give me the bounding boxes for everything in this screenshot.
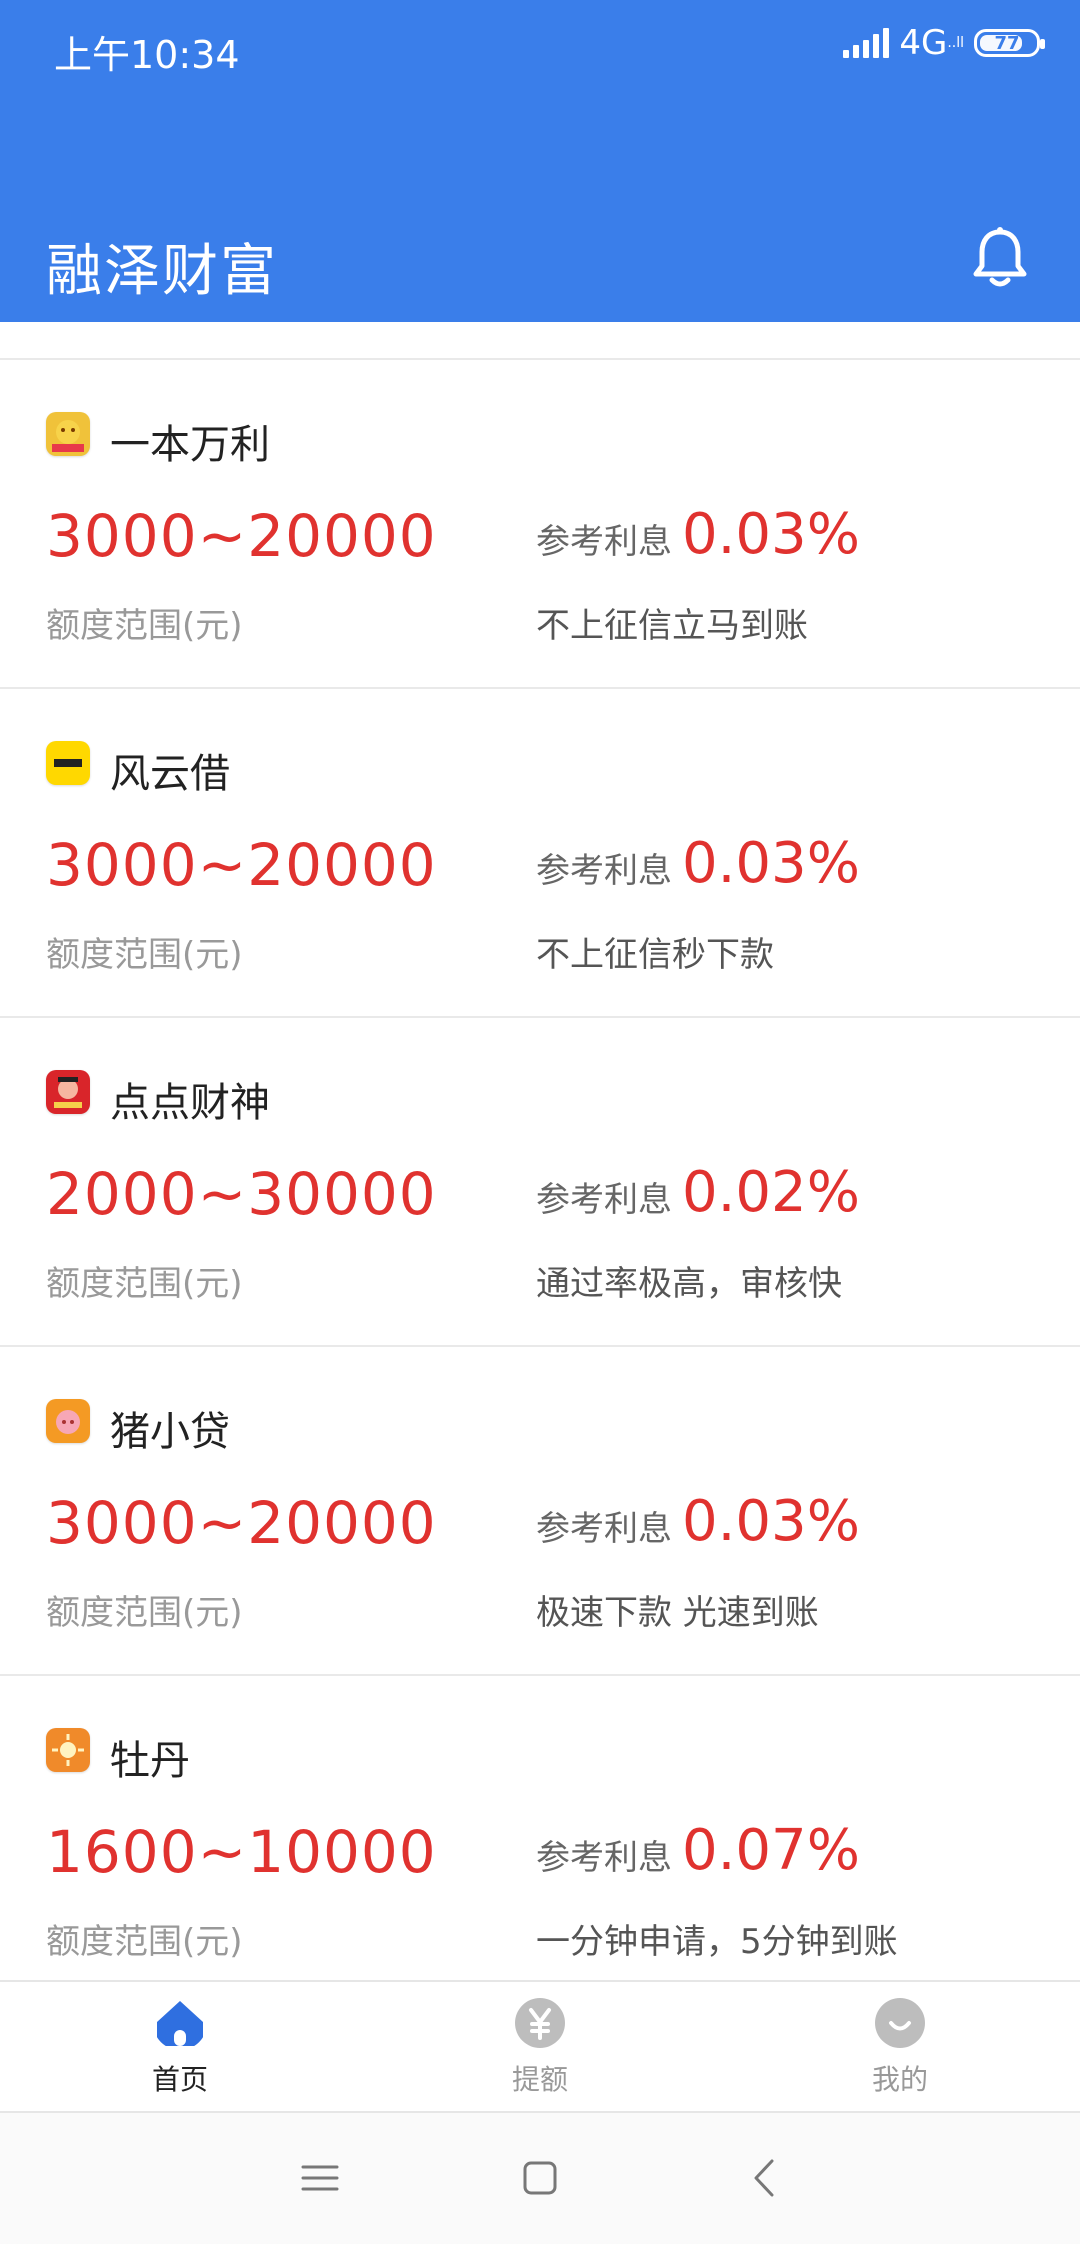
product-list: 一本万利 3000~20000 额度范围(元) 参考利息 0.03% 不上征信立马… <box>0 322 1080 2005</box>
product-logo-icon <box>46 412 90 456</box>
network-sub: ..ll <box>947 35 964 51</box>
product-logo-icon <box>46 1070 90 1114</box>
product-name: 牡丹 <box>110 1738 190 1784</box>
loan-range: 1600~10000 <box>46 1818 437 1886</box>
rate-label: 参考利息 <box>536 1838 672 1878</box>
list-top-divider <box>0 322 1080 360</box>
bell-icon[interactable] <box>970 226 1030 292</box>
back-icon[interactable] <box>740 2153 790 2203</box>
product-name: 一本万利 <box>110 422 270 468</box>
network-label: 4G <box>899 23 948 63</box>
network-type: 4G..ll <box>899 26 964 60</box>
nav-label-profile: 我的 <box>871 2062 928 2096</box>
signal-icon <box>843 28 890 58</box>
rate-value: 0.07% <box>682 1818 860 1883</box>
rate-block: 参考利息 0.03% <box>536 1489 860 1554</box>
product-tagline: 不上征信秒下款 <box>536 935 774 975</box>
product-card[interactable]: 风云借 3000~20000 额度范围(元) 参考利息 0.03% 不上征信秒下款 <box>0 689 1080 1018</box>
profile-icon <box>875 1997 925 2048</box>
range-label: 额度范围(元) <box>46 1593 243 1633</box>
rate-block: 参考利息 0.03% <box>536 831 860 896</box>
range-label: 额度范围(元) <box>46 1264 243 1304</box>
rate-label: 参考利息 <box>536 1509 672 1549</box>
range-label: 额度范围(元) <box>46 935 243 975</box>
product-tagline: 不上征信立马到账 <box>536 606 808 646</box>
product-tagline: 一分钟申请，5分钟到账 <box>536 1922 898 1962</box>
product-name: 风云借 <box>110 751 230 797</box>
rate-value: 0.03% <box>682 1489 860 1554</box>
product-tagline: 极速下款 光速到账 <box>536 1593 819 1633</box>
rate-value: 0.02% <box>682 1160 860 1225</box>
status-bar: 上午10:34 4G..ll 77 <box>0 0 1080 100</box>
rate-label: 参考利息 <box>536 851 672 891</box>
loan-range: 3000~20000 <box>46 831 437 899</box>
range-label: 额度范围(元) <box>46 606 243 646</box>
home-icon <box>157 2000 203 2046</box>
rate-value: 0.03% <box>682 831 860 896</box>
loan-range: 3000~20000 <box>46 502 437 570</box>
nav-label-home: 首页 <box>151 2062 208 2096</box>
rate-block: 参考利息 0.07% <box>536 1818 860 1883</box>
range-label: 额度范围(元) <box>46 1922 243 1962</box>
loan-range: 2000~30000 <box>46 1160 437 1228</box>
product-name: 猪小贷 <box>110 1409 230 1455</box>
battery-icon: 77 <box>974 29 1045 57</box>
app-header: 上午10:34 4G..ll 77 融泽财富 <box>0 0 1080 322</box>
product-card[interactable]: 猪小贷 3000~20000 额度范围(元) 参考利息 0.03% 极速下款 光速… <box>0 1347 1080 1676</box>
status-indicators: 4G..ll 77 <box>843 26 1045 60</box>
system-nav-bar <box>0 2113 1080 2244</box>
loan-range: 3000~20000 <box>46 1489 437 1557</box>
product-card[interactable]: 牡丹 1600~10000 额度范围(元) 参考利息 0.07% 一分钟申请，5分… <box>0 1676 1080 2005</box>
product-logo-icon <box>46 741 90 785</box>
product-tagline: 通过率极高，审核快 <box>536 1264 842 1304</box>
rate-block: 参考利息 0.02% <box>536 1160 860 1225</box>
rate-block: 参考利息 0.03% <box>536 502 860 567</box>
screen: 上午10:34 4G..ll 77 融泽财富 一本万利 3000~20000 额… <box>0 0 1080 2244</box>
nav-item-profile[interactable]: 我的 <box>720 1982 1080 2111</box>
nav-label-raise-limit: 提额 <box>511 2062 568 2096</box>
status-time: 上午10:34 <box>54 33 240 77</box>
menu-icon[interactable] <box>295 2153 345 2203</box>
yuan-icon <box>515 1997 565 2048</box>
product-logo-icon <box>46 1728 90 1772</box>
nav-item-home[interactable]: 首页 <box>0 1982 360 2111</box>
product-logo-icon <box>46 1399 90 1443</box>
rate-value: 0.03% <box>682 502 860 567</box>
product-card[interactable]: 一本万利 3000~20000 额度范围(元) 参考利息 0.03% 不上征信立马… <box>0 360 1080 689</box>
nav-item-raise-limit[interactable]: 提额 <box>360 1982 720 2111</box>
product-card[interactable]: 点点财神 2000~30000 额度范围(元) 参考利息 0.02% 通过率极高，… <box>0 1018 1080 1347</box>
home-square-icon[interactable] <box>515 2153 565 2203</box>
product-name: 点点财神 <box>110 1080 270 1126</box>
page-title: 融泽财富 <box>46 239 278 304</box>
rate-label: 参考利息 <box>536 1180 672 1220</box>
battery-percent: 77 <box>994 32 1020 54</box>
rate-label: 参考利息 <box>536 522 672 562</box>
bottom-nav: 首页 提额 我的 <box>0 1980 1080 2113</box>
